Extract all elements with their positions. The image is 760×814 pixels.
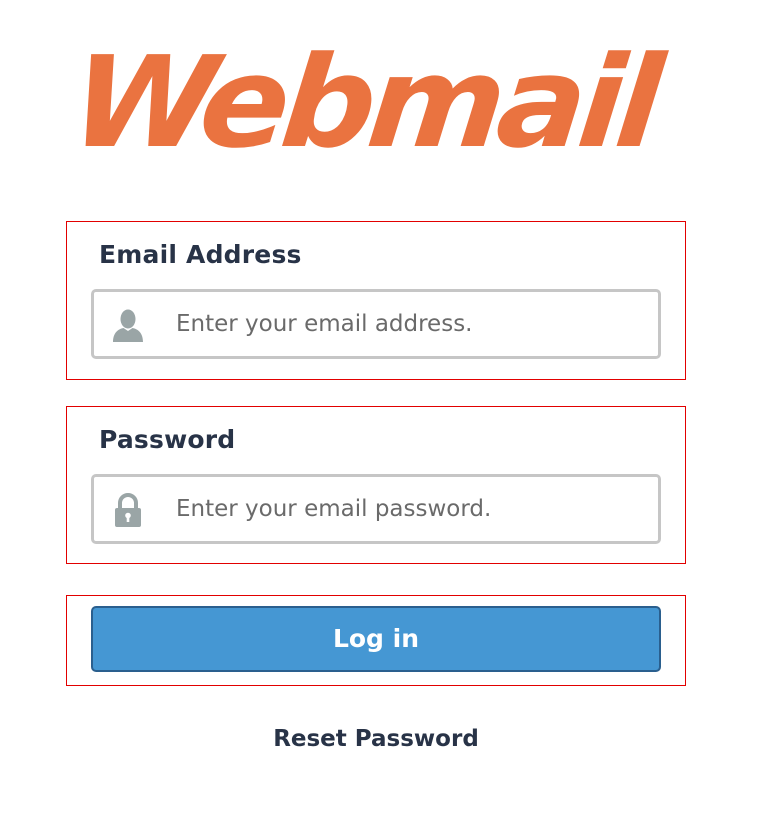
- password-field-group: Password: [66, 406, 686, 564]
- user-icon: [113, 309, 143, 342]
- email-input-box[interactable]: [91, 289, 661, 359]
- email-field-group: Email Address: [66, 221, 686, 380]
- email-input[interactable]: [176, 292, 636, 356]
- lock-icon: [115, 493, 141, 527]
- email-label: Email Address: [99, 240, 302, 269]
- password-input[interactable]: [176, 477, 636, 541]
- password-label: Password: [99, 425, 236, 454]
- webmail-logo: Webmail: [64, 29, 663, 176]
- reset-password-link[interactable]: Reset Password: [0, 726, 752, 752]
- password-input-box[interactable]: [91, 474, 661, 544]
- login-button-group: Log in: [66, 595, 686, 686]
- login-button[interactable]: Log in: [91, 606, 661, 672]
